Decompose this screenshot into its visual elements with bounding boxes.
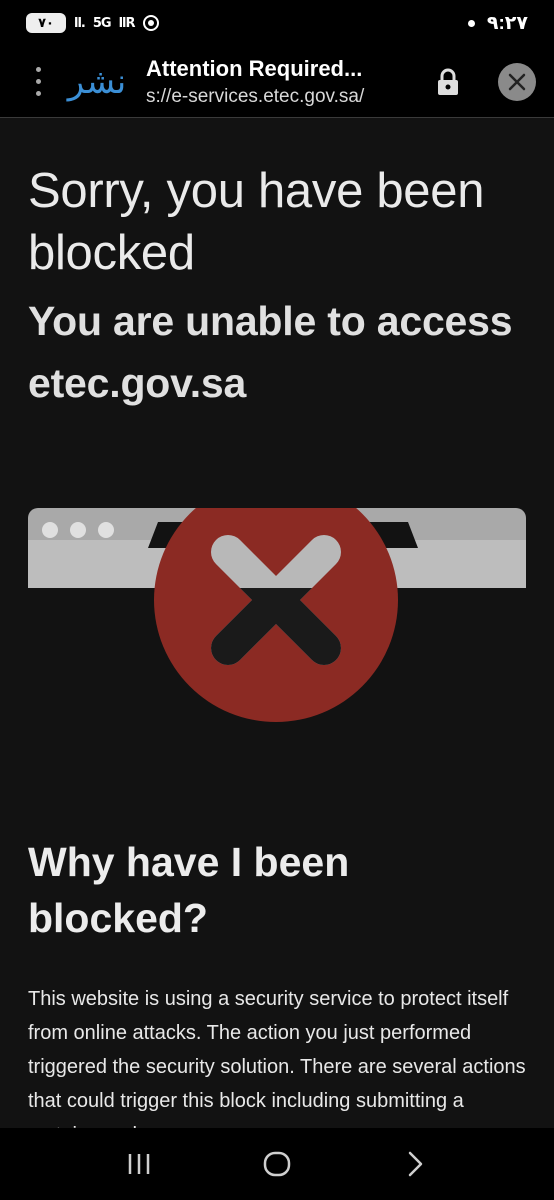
blocked-illustration (28, 478, 526, 724)
blocked-subheading: You are unable to access etec.gov.sa (28, 298, 513, 406)
battery-indicator: ٧٠ (26, 13, 66, 33)
title-block[interactable]: Attention Required... s://e-services.ete… (146, 56, 428, 108)
page-url: s://e-services.etec.gov.sa/ (146, 85, 365, 107)
page-content: Sorry, you have been blocked You are una… (28, 118, 528, 1128)
lock-icon[interactable] (428, 62, 468, 102)
page-title: Attention Required... (146, 55, 363, 81)
close-icon[interactable] (498, 62, 536, 101)
why-blocked-heading: Why have I been blocked? (28, 839, 350, 941)
signal-strength-2: llR (118, 15, 136, 31)
back-icon[interactable] (385, 1134, 445, 1194)
signal-strength-1: ll. (74, 15, 86, 31)
status-bar: ٧٠ ll. 5G llR ٩:٢٧ (0, 0, 554, 46)
browser-toolbar: نشر Attention Required... s://e-services… (0, 46, 554, 118)
status-right: ٩:٢٧ (467, 12, 528, 35)
why-blocked-body: This website is using a security service… (28, 988, 526, 1128)
recent-apps-icon[interactable] (109, 1134, 169, 1194)
notification-dot-icon (467, 19, 475, 27)
home-icon[interactable] (247, 1134, 307, 1194)
network-type: 5G (92, 15, 112, 31)
site-logo: نشر (67, 61, 127, 102)
more-vertical-icon[interactable] (18, 54, 58, 110)
blocked-heading: Sorry, you have been blocked (28, 164, 485, 280)
clock: ٩:٢٧ (486, 12, 528, 34)
system-nav-bar (0, 1128, 554, 1200)
status-left: ٧٠ ll. 5G llR (26, 13, 159, 33)
hotspot-icon (142, 15, 159, 31)
